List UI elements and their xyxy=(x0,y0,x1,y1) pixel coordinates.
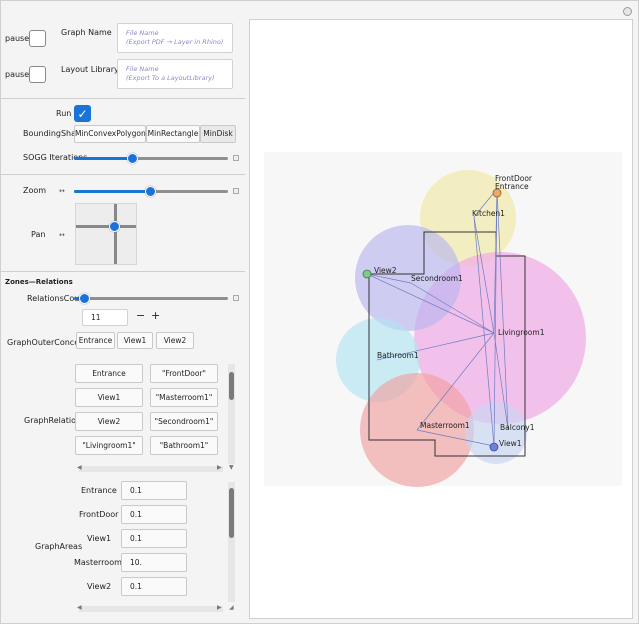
outer-concept-view2[interactable]: View2 xyxy=(156,332,194,349)
sogg-slider-thumb[interactable] xyxy=(126,153,138,164)
pause-label: pause xyxy=(5,70,30,79)
masterroom-label: Masterroom1 xyxy=(420,421,470,430)
min-disk-button[interactable]: MinDisk xyxy=(200,125,236,143)
areas-vertical-scrollbar[interactable] xyxy=(228,482,235,602)
relations-count-slider[interactable] xyxy=(74,297,228,300)
pan-2d-slider[interactable] xyxy=(75,203,137,265)
outer-concept-entrance[interactable]: Entrance xyxy=(76,332,115,349)
outer-concept-view1[interactable]: View1 xyxy=(117,332,153,349)
secondroom-label: Secondroom1 xyxy=(411,274,463,283)
area-value[interactable]: 0.1 xyxy=(121,505,187,524)
area-name: Entrance xyxy=(81,486,117,495)
balcony-label: Balcony1 xyxy=(500,423,535,432)
relations-vertical-scrollbar[interactable] xyxy=(228,364,235,464)
scroll-left-icon[interactable]: ◀ xyxy=(77,464,82,471)
scroll-down-icon[interactable]: ▼ xyxy=(229,464,234,471)
scroll-right-icon[interactable]: ▶ xyxy=(217,464,222,471)
min-convex-polygon-button[interactable]: MinConvexPolygon xyxy=(74,125,146,143)
control-panel: pause Graph Name File Name (Export PDF →… xyxy=(1,19,245,619)
graph-name-placeholder: File Name xyxy=(126,29,159,37)
divider xyxy=(1,271,245,272)
view1-node[interactable] xyxy=(489,442,499,452)
area-value[interactable]: 10. xyxy=(121,553,187,572)
zoom-arrows-icon: ↔ xyxy=(59,187,65,195)
divider xyxy=(1,98,245,99)
layout-placeholder-hint: (Export To a LayoutLibrary) xyxy=(126,74,215,82)
relations-count-thumb[interactable] xyxy=(78,293,90,304)
increment-button[interactable]: + xyxy=(151,309,160,322)
pan-v-axis xyxy=(114,204,117,264)
pan-label: Pan xyxy=(31,230,46,239)
divider xyxy=(1,174,245,175)
entrance-label: Entrance xyxy=(495,182,529,191)
relation-cell[interactable]: View2 xyxy=(75,412,143,431)
pan-h-axis xyxy=(76,225,136,228)
sogg-expand-icon[interactable] xyxy=(233,155,239,161)
graph-relations-grid: Entrance "FrontDoor" View1 "Masterroom1"… xyxy=(72,362,223,463)
relations-expand-icon[interactable] xyxy=(233,295,239,301)
relation-cell[interactable]: View1 xyxy=(75,388,143,407)
area-value[interactable]: 0.1 xyxy=(121,577,187,596)
scroll-left-icon[interactable]: ◀ xyxy=(77,604,82,611)
scroll-right-icon[interactable]: ▶ xyxy=(217,604,222,611)
pause-label: pause xyxy=(5,34,30,43)
relations-horizontal-scrollbar[interactable] xyxy=(79,466,223,472)
graph-name-label: Graph Name xyxy=(61,28,112,37)
scroll-down-icon[interactable]: ◢ xyxy=(229,604,234,611)
relation-cell[interactable]: Entrance xyxy=(75,364,143,383)
layout-library-field[interactable]: File Name (Export To a LayoutLibrary) xyxy=(117,59,233,89)
plot-panel: FrontDoor Entrance Kitchen1 View2 Second… xyxy=(249,19,633,619)
layout-placeholder: File Name xyxy=(126,65,159,73)
graph-areas-grid: Entrance 0.1 FrontDoor 0.1 View1 0.1 Mas… xyxy=(59,480,224,606)
relation-cell[interactable]: "Bathroom1" xyxy=(150,436,218,455)
relation-cell[interactable]: "Secondroom1" xyxy=(150,412,218,431)
bathroom-label: Bathroom1 xyxy=(377,351,419,360)
zoom-slider-thumb[interactable] xyxy=(145,186,156,197)
run-label: Run xyxy=(56,109,72,118)
pan-arrows-icon: ↔ xyxy=(59,231,65,239)
decrement-button[interactable]: − xyxy=(136,309,145,322)
app-window: pause Graph Name File Name (Export PDF →… xyxy=(0,0,639,624)
area-name: Masterroom1 xyxy=(74,558,127,567)
area-value[interactable]: 0.1 xyxy=(121,529,187,548)
area-name: FrontDoor xyxy=(79,510,119,519)
min-rectangle-button[interactable]: MinRectangle xyxy=(146,125,200,143)
graph-name-field[interactable]: File Name (Export PDF → Layer in Rhino) xyxy=(117,23,233,53)
livingroom-label: Livingroom1 xyxy=(498,328,545,337)
relation-cell[interactable]: "Masterroom1" xyxy=(150,388,218,407)
close-icon[interactable] xyxy=(623,7,632,16)
sogg-iterations-slider[interactable] xyxy=(74,157,228,160)
relation-cell[interactable]: "Livingroom1" xyxy=(75,436,143,455)
run-checkbox[interactable]: ✓ xyxy=(74,105,91,122)
zoom-expand-icon[interactable] xyxy=(233,188,239,194)
relation-cell[interactable]: "FrontDoor" xyxy=(150,364,218,383)
view2-node[interactable] xyxy=(362,269,372,279)
area-name: View1 xyxy=(87,534,112,543)
zones-relations-header: Zones—Relations xyxy=(5,278,73,286)
view1-label: View1 xyxy=(499,439,522,448)
pause-checkbox-2[interactable] xyxy=(29,66,46,83)
area-value[interactable]: 0.1 xyxy=(121,481,187,500)
areas-horizontal-scrollbar[interactable] xyxy=(79,606,223,612)
pause-checkbox-1[interactable] xyxy=(29,30,46,47)
view2-label: View2 xyxy=(374,266,397,275)
kitchen-label: Kitchen1 xyxy=(472,209,505,218)
layout-library-label: Layout Library xyxy=(61,65,119,74)
layout-graph-plot[interactable]: FrontDoor Entrance Kitchen1 View2 Second… xyxy=(250,20,632,618)
area-name: View2 xyxy=(87,582,112,591)
pan-thumb[interactable] xyxy=(109,221,120,232)
graph-name-placeholder-hint: (Export PDF → Layer in Rhino) xyxy=(126,38,224,46)
zoom-label: Zoom xyxy=(23,186,47,195)
balcony-zone xyxy=(465,402,527,464)
relations-count-field[interactable]: 11 xyxy=(82,309,128,326)
